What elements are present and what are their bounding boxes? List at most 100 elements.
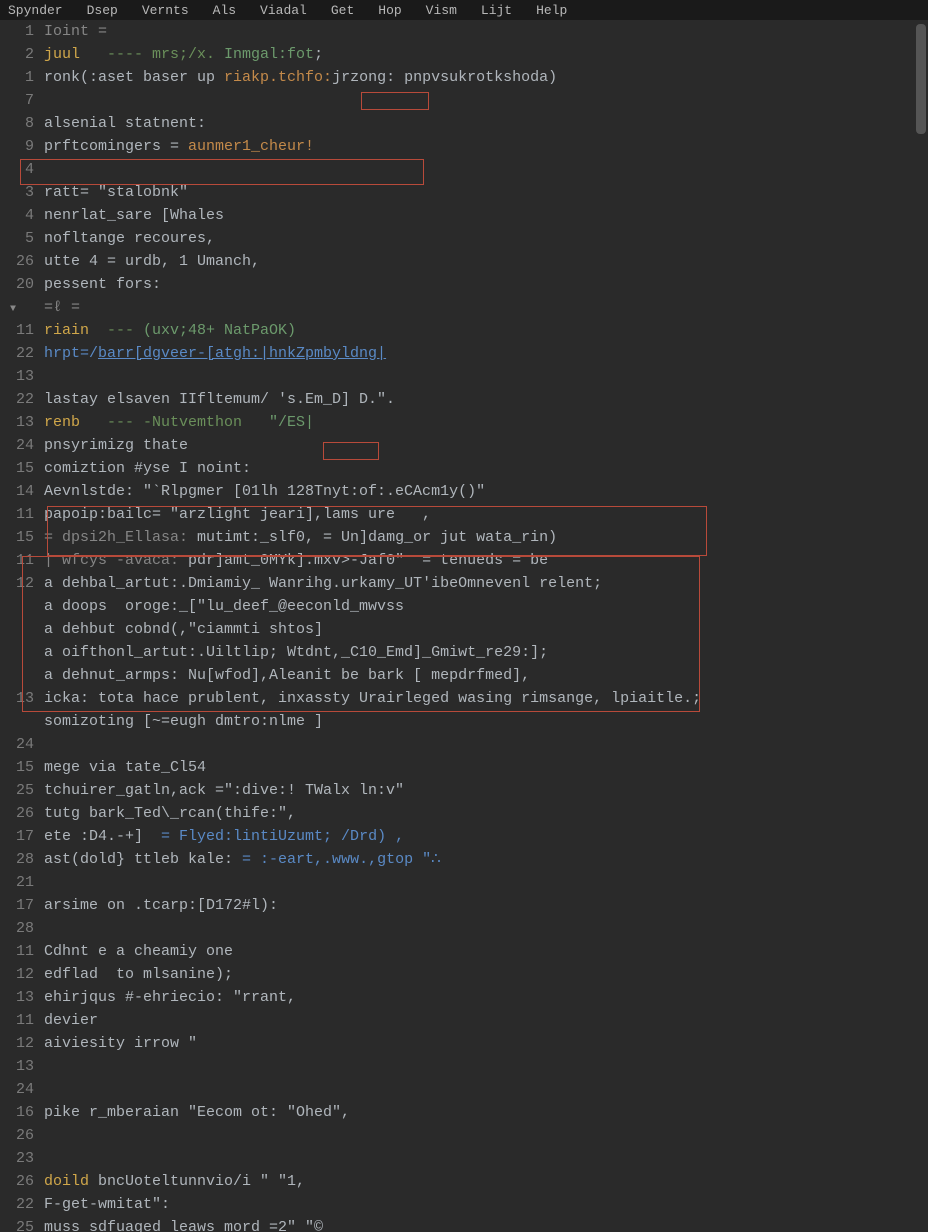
code-line[interactable]: 26tutg bark_Ted\_rcan(thife:", (0, 802, 928, 825)
code-content[interactable]: a dehbal_artut:.Dmiamiy_ Wanrihg.urkamy_… (44, 572, 928, 595)
code-line[interactable]: 21 (0, 871, 928, 894)
code-line[interactable]: 26doild bncUoteltunnvio/i " "1, (0, 1170, 928, 1193)
menu-item-get[interactable]: Get (331, 3, 354, 18)
code-content[interactable]: Ioint = (44, 20, 928, 43)
code-line[interactable]: 1ronk(:aset baser up riakp.tchfo:jrzong:… (0, 66, 928, 89)
code-line[interactable]: 22F-get-wmitat": (0, 1193, 928, 1216)
code-content[interactable]: comiztion #yse I noint: (44, 457, 928, 480)
fold-triangle-icon[interactable]: ▼ (10, 298, 16, 321)
code-line[interactable]: 8alsenial statnent: (0, 112, 928, 135)
code-line[interactable]: 4 (0, 158, 928, 181)
code-line[interactable]: ▼ =ℓ = (0, 296, 928, 319)
code-line[interactable]: 12a dehbal_artut:.Dmiamiy_ Wanrihg.urkam… (0, 572, 928, 595)
code-line[interactable]: 15= dpsi2h_Ellasa: mutimt:_slf0, = Un]da… (0, 526, 928, 549)
code-line[interactable]: 14Aevnlstde: "`Rlpgmer [01lh 128Tnyt:of:… (0, 480, 928, 503)
code-line[interactable]: 11papoip:bailc= "arzlight jeari],lams ur… (0, 503, 928, 526)
code-line[interactable]: 11Cdhnt e a cheamiy one (0, 940, 928, 963)
code-content[interactable]: ehirjqus #-ehriecio: "rrant, (44, 986, 928, 1009)
menu-item-als[interactable]: Als (213, 3, 236, 18)
code-line[interactable]: 25muss sdfuaged leaws mord =2" "© (0, 1216, 928, 1232)
code-content[interactable]: = dpsi2h_Ellasa: mutimt:_slf0, = Un]damg… (44, 526, 928, 549)
code-content[interactable]: =ℓ = (44, 296, 928, 319)
code-line[interactable]: 12aiviesity irrow " (0, 1032, 928, 1055)
code-content[interactable]: alsenial statnent: (44, 112, 928, 135)
code-line[interactable]: 4nenrlat_sare [Whales (0, 204, 928, 227)
code-content[interactable]: devier (44, 1009, 928, 1032)
code-line[interactable]: 23 (0, 1147, 928, 1170)
code-content[interactable]: a dehbut cobnd(,"ciammti shtos] (44, 618, 928, 641)
code-line[interactable]: a dehbut cobnd(,"ciammti shtos] (0, 618, 928, 641)
code-content[interactable]: riain --- (uxv;48+ NatPaOK) (44, 319, 928, 342)
code-content[interactable]: a dehnut_armps: Nu[wfod],Aleanit be bark… (44, 664, 928, 687)
code-content[interactable]: Cdhnt e a cheamiy one (44, 940, 928, 963)
code-content[interactable]: a doops oroge:_["lu_deef_@eeconld_mwvss (44, 595, 928, 618)
code-line[interactable]: 7 (0, 89, 928, 112)
code-line[interactable]: 13icka: tota hace prublent, inxassty Ura… (0, 687, 928, 710)
code-content[interactable]: nenrlat_sare [Whales (44, 204, 928, 227)
code-line[interactable]: 24pnsyrimizg thate (0, 434, 928, 457)
menu-item-vism[interactable]: Vism (426, 3, 457, 18)
code-content[interactable]: Aevnlstde: "`Rlpgmer [01lh 128Tnyt:of:.e… (44, 480, 928, 503)
code-line[interactable]: 12edflad to mlsanine); (0, 963, 928, 986)
menu-item-viadal[interactable]: Viadal (260, 3, 307, 18)
code-content[interactable]: a oifthonl_artut:.Uiltlip; Wtdnt,_C10_Em… (44, 641, 928, 664)
code-line[interactable]: 13renb --- -Nutvemthon "/ES| (0, 411, 928, 434)
code-line[interactable]: 1Ioint = (0, 20, 928, 43)
code-content[interactable]: muss sdfuaged leaws mord =2" "© (44, 1216, 928, 1232)
scrollbar[interactable] (916, 24, 926, 134)
code-line[interactable]: 11| wfcys -avaca: pdr]amt_0MYk].mxv>-Jaf… (0, 549, 928, 572)
menu-item-hop[interactable]: Hop (378, 3, 401, 18)
code-line[interactable]: 11riain --- (uxv;48+ NatPaOK) (0, 319, 928, 342)
code-line[interactable]: 26utte 4 = urdb, 1 Umanch, (0, 250, 928, 273)
code-line[interactable]: 17arsime on .tcarp:[D172#l): (0, 894, 928, 917)
code-line[interactable]: 22lastay elsaven IIfltemum/ 's.Em_D] D."… (0, 388, 928, 411)
code-line[interactable]: 28ast(dold} ttleb kale: = :-eart,.www.,g… (0, 848, 928, 871)
code-content[interactable]: aiviesity irrow " (44, 1032, 928, 1055)
code-content[interactable]: icka: tota hace prublent, inxassty Urair… (44, 687, 928, 710)
code-line[interactable]: somizoting [~=eugh dmtro:nlme ] (0, 710, 928, 733)
code-content[interactable]: papoip:bailc= "arzlight jeari],lams ure … (44, 503, 928, 526)
code-line[interactable]: 25tchuirer_gatln,ack =":dive:! TWalx ln:… (0, 779, 928, 802)
code-content[interactable]: ratt= "stalobnk" (44, 181, 928, 204)
code-content[interactable]: ete :D4.-+] = Flyed:lintiUzumt; /Drd) , (44, 825, 928, 848)
code-content[interactable]: ast(dold} ttleb kale: = :-eart,.www.,gto… (44, 848, 928, 871)
code-line[interactable]: 11devier (0, 1009, 928, 1032)
code-editor[interactable]: 1Ioint =2juul ---- mrs;/x. Inmgal:fot;1r… (0, 20, 928, 1232)
code-line[interactable]: 22hrpt=/barr[dgveer-[atgh:|hnkZpmbyldng| (0, 342, 928, 365)
code-line[interactable]: 15comiztion #yse I noint: (0, 457, 928, 480)
code-content[interactable]: edflad to mlsanine); (44, 963, 928, 986)
code-content[interactable]: pike r_mberaian "Eecom ot: "Ohed", (44, 1101, 928, 1124)
code-content[interactable]: nofltange recoures, (44, 227, 928, 250)
code-content[interactable]: tutg bark_Ted\_rcan(thife:", (44, 802, 928, 825)
code-line[interactable]: 5nofltange recoures, (0, 227, 928, 250)
code-line[interactable]: 16pike r_mberaian "Eecom ot: "Ohed", (0, 1101, 928, 1124)
menu-item-spynder[interactable]: Spynder (8, 3, 63, 18)
code-line[interactable]: a doops oroge:_["lu_deef_@eeconld_mwvss (0, 595, 928, 618)
code-line[interactable]: 13 (0, 365, 928, 388)
menu-item-vernts[interactable]: Vernts (142, 3, 189, 18)
code-content[interactable]: arsime on .tcarp:[D172#l): (44, 894, 928, 917)
code-line[interactable]: a dehnut_armps: Nu[wfod],Aleanit be bark… (0, 664, 928, 687)
code-line[interactable]: 24 (0, 733, 928, 756)
menu-item-help[interactable]: Help (536, 3, 567, 18)
code-line[interactable]: 17ete :D4.-+] = Flyed:lintiUzumt; /Drd) … (0, 825, 928, 848)
code-content[interactable]: mege via tate_Cl54 (44, 756, 928, 779)
code-content[interactable]: pessent fors: (44, 273, 928, 296)
code-line[interactable]: 26 (0, 1124, 928, 1147)
code-line[interactable]: 9prftcomingers = aunmer1_cheur! (0, 135, 928, 158)
code-content[interactable]: somizoting [~=eugh dmtro:nlme ] (44, 710, 928, 733)
code-content[interactable]: lastay elsaven IIfltemum/ 's.Em_D] D.". (44, 388, 928, 411)
code-content[interactable]: hrpt=/barr[dgveer-[atgh:|hnkZpmbyldng| (44, 342, 928, 365)
code-line[interactable]: 13ehirjqus #-ehriecio: "rrant, (0, 986, 928, 1009)
code-line[interactable]: 13 (0, 1055, 928, 1078)
code-line[interactable]: 3ratt= "stalobnk" (0, 181, 928, 204)
code-content[interactable]: juul ---- mrs;/x. Inmgal:fot; (44, 43, 928, 66)
code-content[interactable]: ronk(:aset baser up riakp.tchfo:jrzong: … (44, 66, 928, 89)
code-content[interactable]: pnsyrimizg thate (44, 434, 928, 457)
code-content[interactable]: F-get-wmitat": (44, 1193, 928, 1216)
code-line[interactable]: 28 (0, 917, 928, 940)
code-line[interactable]: 15mege via tate_Cl54 (0, 756, 928, 779)
code-content[interactable]: | wfcys -avaca: pdr]amt_0MYk].mxv>-Jaf0"… (44, 549, 928, 572)
code-content[interactable]: utte 4 = urdb, 1 Umanch, (44, 250, 928, 273)
code-line[interactable]: 20pessent fors: (0, 273, 928, 296)
